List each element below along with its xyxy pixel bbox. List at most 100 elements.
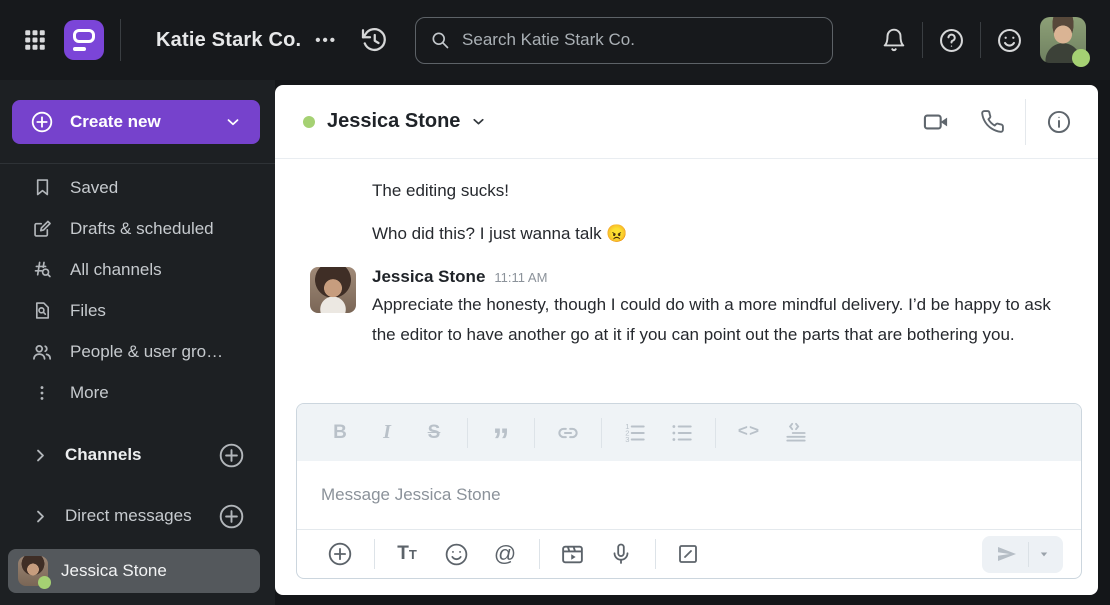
topbar-divider <box>120 19 121 61</box>
bold-icon[interactable]: B <box>323 416 357 450</box>
add-dm-button[interactable] <box>218 503 245 530</box>
dm-item-jessica-stone[interactable]: Jessica Stone <box>8 549 260 593</box>
workspace-title: Katie Stark Co. <box>156 29 301 52</box>
add-channel-button[interactable] <box>218 442 245 469</box>
app-window: Katie Stark Co. ••• <box>0 0 1110 605</box>
channels-section-label: Channels <box>65 445 142 465</box>
message-text: The editing sucks! <box>372 181 1068 201</box>
attach-plus-icon[interactable] <box>324 538 356 570</box>
file-search-icon <box>30 300 54 321</box>
chevron-right-icon[interactable] <box>32 447 49 464</box>
message-avatar[interactable] <box>310 267 356 313</box>
online-status-dot <box>1072 49 1090 67</box>
notifications-bell-icon[interactable] <box>881 27 907 53</box>
online-status-dot <box>303 116 315 128</box>
chevron-down-icon <box>224 113 242 131</box>
search-bar[interactable] <box>415 17 833 64</box>
audio-message-icon[interactable] <box>605 538 637 570</box>
message-text: Appreciate the honesty, though I could d… <box>372 290 1068 350</box>
toolbar-divider <box>467 418 468 448</box>
status-emoji-icon[interactable] <box>996 27 1023 54</box>
message-input-row <box>297 461 1081 529</box>
help-icon[interactable] <box>938 27 965 54</box>
sidebar-item-saved[interactable]: Saved <box>0 167 275 208</box>
inline-code-icon[interactable]: <> <box>732 416 766 450</box>
sidebar-divider <box>0 163 275 164</box>
sidebar-nav: Saved Drafts & scheduled <box>0 167 275 413</box>
send-icon[interactable] <box>986 536 1028 573</box>
channel-search-icon <box>30 259 54 280</box>
sidebar-item-more[interactable]: More <box>0 372 275 413</box>
sidebar-item-label: Drafts & scheduled <box>70 219 214 239</box>
emoji-icon[interactable] <box>440 538 472 570</box>
chat-header: Jessica Stone <box>275 85 1098 159</box>
create-new-button[interactable]: Create new <box>12 100 260 144</box>
user-avatar[interactable] <box>1040 17 1086 63</box>
shortcut-slash-icon[interactable] <box>672 538 704 570</box>
link-icon[interactable] <box>551 416 585 450</box>
people-icon <box>30 341 54 363</box>
plus-circle-icon <box>30 110 54 134</box>
voice-call-icon[interactable] <box>980 109 1005 134</box>
sidebar-item-files[interactable]: Files <box>0 290 275 331</box>
send-options-caret-icon[interactable] <box>1029 536 1059 573</box>
workspace-more-button[interactable]: ••• <box>315 32 337 49</box>
create-new-label: Create new <box>70 112 161 132</box>
send-button-group <box>982 536 1063 573</box>
direct-messages-section[interactable]: Direct messages <box>0 494 275 538</box>
ordered-list-icon[interactable]: 1 2 3 <box>618 416 652 450</box>
sidebar-item-drafts[interactable]: Drafts & scheduled <box>0 208 275 249</box>
sidebar-item-label: Saved <box>70 178 118 198</box>
top-bar: Katie Stark Co. ••• <box>0 0 1110 80</box>
search-input[interactable] <box>462 30 818 50</box>
composer-action-bar: TT @ <box>297 529 1081 578</box>
chevron-down-icon[interactable] <box>470 113 487 130</box>
sidebar-item-label: All channels <box>70 260 162 280</box>
more-vertical-icon <box>30 383 54 403</box>
logo-bubble <box>73 29 95 43</box>
history-icon[interactable] <box>359 25 389 55</box>
channels-section[interactable]: Channels <box>0 433 275 477</box>
message-group: Jessica Stone 11:11 AM Appreciate the ho… <box>310 267 1068 350</box>
dm-name-label: Jessica Stone <box>61 561 167 581</box>
chat-title[interactable]: Jessica Stone <box>327 110 460 133</box>
toolbar-divider <box>534 418 535 448</box>
toolbar-divider <box>655 539 656 569</box>
svg-text:3: 3 <box>625 434 629 443</box>
italic-icon[interactable]: I <box>370 416 404 450</box>
pumble-logo-icon[interactable] <box>64 20 104 60</box>
video-call-icon[interactable] <box>922 108 950 136</box>
message-input[interactable] <box>321 485 1057 505</box>
toolbar-divider <box>715 418 716 448</box>
topbar-right-group <box>881 17 1086 63</box>
blockquote-icon[interactable]: ” <box>484 416 518 450</box>
search-icon <box>430 30 450 50</box>
message-composer: B I S ” <box>296 403 1082 579</box>
sidebar-item-all-channels[interactable]: All channels <box>0 249 275 290</box>
code-block-icon[interactable] <box>779 416 813 450</box>
online-status-dot <box>38 576 51 589</box>
bullet-list-icon[interactable] <box>665 416 699 450</box>
message-list: The editing sucks! Who did this? I just … <box>275 159 1098 403</box>
header-divider <box>1025 99 1026 145</box>
chevron-right-icon[interactable] <box>32 508 49 525</box>
conversation-panel: Jessica Stone <box>275 85 1098 595</box>
app-grid-icon[interactable] <box>22 27 48 53</box>
strikethrough-icon[interactable]: S <box>417 416 451 450</box>
info-icon[interactable] <box>1046 109 1072 135</box>
video-message-icon[interactable] <box>556 538 588 570</box>
message-author[interactable]: Jessica Stone <box>372 267 485 287</box>
mention-icon[interactable]: @ <box>489 538 521 570</box>
dm-avatar <box>18 556 48 586</box>
text-format-icon[interactable]: TT <box>391 538 423 570</box>
topbar-divider <box>922 22 923 58</box>
toolbar-divider <box>374 539 375 569</box>
sidebar-item-label: People & user gro… <box>70 342 223 362</box>
sidebar-item-people[interactable]: People & user gro… <box>0 331 275 372</box>
message-text: Who did this? I just wanna talk 😠 <box>372 224 1068 244</box>
logo-dash <box>73 47 86 51</box>
toolbar-divider <box>601 418 602 448</box>
sidebar-item-label: More <box>70 383 109 403</box>
formatting-toolbar: B I S ” <box>297 404 1081 461</box>
topbar-divider <box>980 22 981 58</box>
